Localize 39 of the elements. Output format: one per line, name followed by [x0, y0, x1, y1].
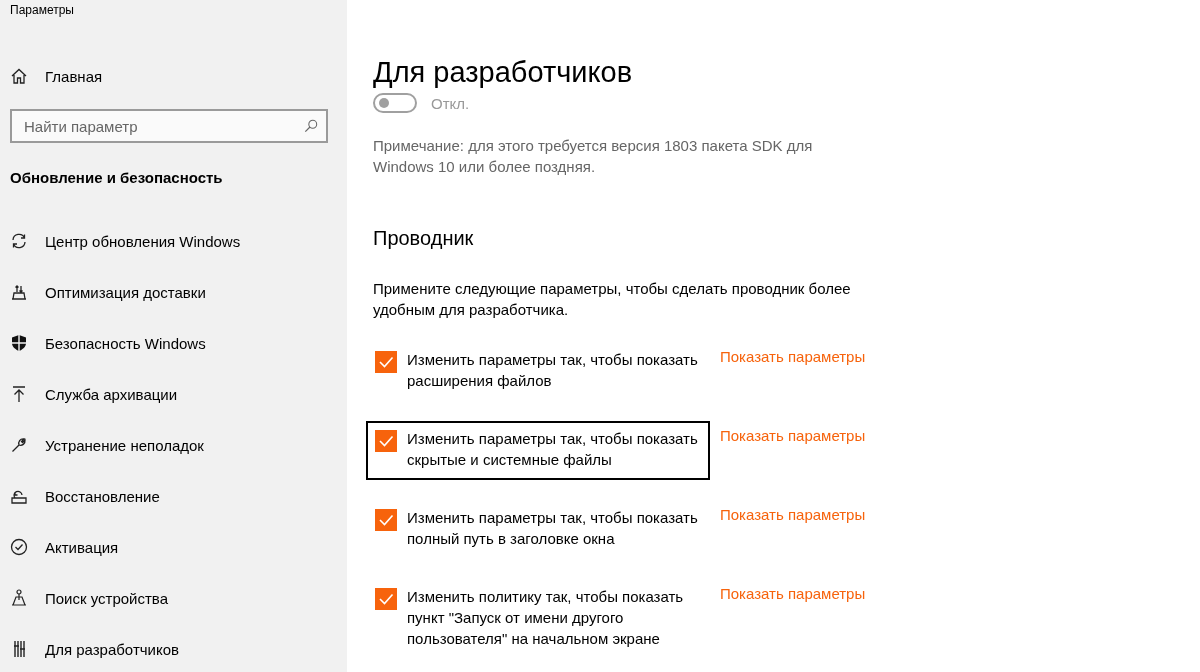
- sidebar-item[interactable]: Для разработчиков: [0, 640, 347, 658]
- checkbox[interactable]: [375, 588, 397, 610]
- sidebar-item[interactable]: Служба архивации: [0, 385, 347, 403]
- search-icon: [304, 119, 318, 133]
- checkbox[interactable]: [375, 509, 397, 531]
- shield-icon: [10, 334, 28, 352]
- search-field[interactable]: Найти параметр: [10, 109, 328, 143]
- toggle-switch[interactable]: [373, 93, 417, 113]
- check-circle-icon: [10, 538, 28, 556]
- checkbox-label: Изменить параметры так, чтобы показать скрытые и системные файлы: [407, 429, 699, 470]
- sidebar-item[interactable]: Безопасность Windows: [0, 334, 347, 352]
- sidebar-item[interactable]: Восстановление: [0, 487, 347, 505]
- tray-upload-icon: [10, 283, 28, 301]
- checkbox-label: Изменить параметры так, чтобы показать расширения файлов: [407, 350, 699, 391]
- option-row[interactable]: Изменить политику так, чтобы показать пункт "Запуск от имени другого пользователя" на начальном экране: [366, 579, 710, 659]
- option-row[interactable]: Изменить параметры так, чтобы показать полный путь в заголовке окна: [366, 500, 710, 559]
- sidebar-item[interactable]: Активация: [0, 538, 347, 556]
- page-title: Для разработчиков: [373, 55, 634, 90]
- section-heading: Проводник: [373, 227, 475, 250]
- option-row[interactable]: Изменить параметры так, чтобы показать скрытые и системные файлы: [366, 421, 710, 480]
- window-title: Параметры: [9, 3, 75, 17]
- sidebar-item[interactable]: Устранение неполадок: [0, 436, 347, 454]
- sidebar-item[interactable]: Оптимизация доставки: [0, 283, 347, 301]
- checkbox-label: Изменить параметры так, чтобы показать полный путь в заголовке окна: [407, 508, 699, 549]
- person-pin-icon: [10, 589, 28, 607]
- toggle-label: Откл.: [431, 94, 470, 112]
- section-heading: Обновление и безопасность: [9, 168, 224, 186]
- checkbox-label: Изменить политику так, чтобы показать пункт "Запуск от имени другого пользователя" на начальном экране: [407, 587, 685, 649]
- option-row[interactable]: Изменить параметры так, чтобы показать расширения файлов: [366, 342, 710, 401]
- home-icon: [10, 67, 28, 85]
- sidebar-item[interactable]: Поиск устройства: [0, 589, 347, 607]
- description-text: Примените следующие параметры, чтобы сделать проводник более удобным для разработчика.: [373, 279, 852, 320]
- checkbox[interactable]: [375, 430, 397, 452]
- home-link[interactable]: Главная: [45, 67, 103, 85]
- upload-arrow-icon: [10, 385, 28, 403]
- sidebar-item[interactable]: Центр обновления Windows: [0, 232, 347, 250]
- note-text: Примечание: для этого требуется версия 1803 пакета SDK для Windows 10 или более поздняя.: [373, 136, 814, 177]
- refresh-icon: [10, 232, 28, 250]
- checkbox[interactable]: [375, 351, 397, 373]
